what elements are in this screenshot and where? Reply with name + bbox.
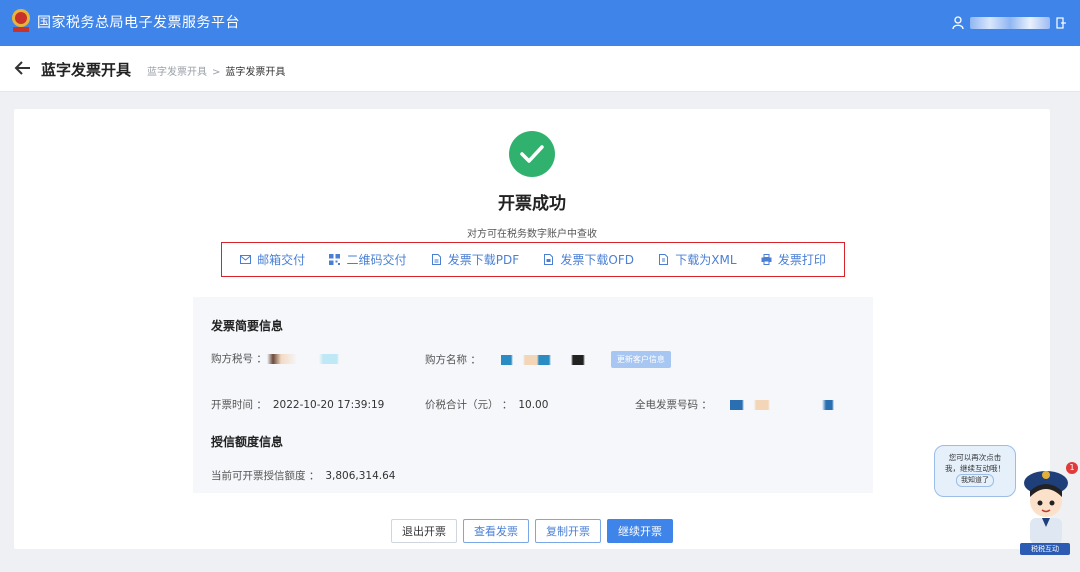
success-check-icon <box>509 131 555 177</box>
credit-available-label: 当前可开票授信额度 ： <box>211 470 320 482</box>
assistant-label: 税税互动 <box>1020 543 1070 555</box>
footer-buttons: 退出开票 查看发票 复制开票 继续开票 <box>14 519 1050 543</box>
action-label: 邮箱交付 <box>257 253 306 267</box>
masked-buyer-name <box>500 354 601 365</box>
action-label: 下载为XML <box>675 253 737 267</box>
total-amount-field: 价税合计（元） ： 10.00 <box>425 397 548 412</box>
download-xml-button[interactable]: 下载为XML <box>658 251 737 268</box>
print-invoice-button[interactable]: 发票打印 <box>761 251 826 268</box>
masked-username <box>970 17 1050 29</box>
issue-time-value: 2022-10-20 17:39:19 <box>272 398 385 411</box>
page-title: 蓝字发票开具 <box>41 61 132 79</box>
delivery-actions: 邮箱交付 二维码交付 发票下载PDF 发票下载OFD 下载为XML 发票打印 <box>221 242 845 277</box>
result-title: 开票成功 <box>498 194 566 214</box>
issue-time-field: 开票时间 ： 2022-10-20 17:39:19 <box>211 397 384 412</box>
pdf-file-icon <box>431 254 441 265</box>
breadcrumb-current: 蓝字发票开具 <box>225 67 286 78</box>
action-label: 发票下载PDF <box>447 253 520 267</box>
view-invoice-button[interactable]: 查看发票 <box>463 519 529 543</box>
assistant-tip-line1: 您可以再次点击 <box>948 453 1002 462</box>
xml-file-icon <box>659 254 669 265</box>
buyer-tax-id-field: 购方税号 ： <box>211 351 339 366</box>
logout-icon[interactable] <box>1056 17 1066 29</box>
invoice-number-field: 全电发票号码 ： <box>635 397 840 412</box>
issue-time-label: 开票时间 ： <box>211 399 267 411</box>
continue-invoicing-button[interactable]: 继续开票 <box>607 519 673 543</box>
printer-icon <box>761 254 772 265</box>
back-arrow-icon[interactable] <box>14 60 32 76</box>
masked-invoice-number <box>729 399 840 410</box>
exit-invoicing-button[interactable]: 退出开票 <box>391 519 457 543</box>
result-subtitle: 对方可在税务数字账户中查收 <box>467 229 597 240</box>
buyer-name-label: 购方名称 ： <box>425 354 481 366</box>
total-amount-label: 价税合计（元） ： <box>425 399 513 411</box>
breadcrumb: 蓝字发票开具 > 蓝字发票开具 <box>147 63 285 78</box>
buyer-name-field: 购方名称 ： 更新客户信息 <box>425 351 671 368</box>
copy-invoice-button[interactable]: 复制开票 <box>535 519 601 543</box>
mail-icon <box>240 255 252 264</box>
masked-tax-id <box>266 353 339 364</box>
invoice-number-label: 全电发票号码 ： <box>635 399 712 411</box>
ofd-file-icon <box>544 254 554 265</box>
assistant-tip-line2: 我，继续互动哦！ <box>945 464 1005 473</box>
result-card: 开票成功 对方可在税务数字账户中查收 邮箱交付 二维码交付 发票下载PDF 发票… <box>14 109 1050 549</box>
action-label: 发票下载OFD <box>560 253 634 267</box>
invoice-info-panel: 发票简要信息 购方税号 ： 购方名称 ： 更新客户信息 开票时间 ： 2022-… <box>193 297 873 493</box>
action-label: 二维码交付 <box>346 253 407 267</box>
assistant-ok-button[interactable]: 我知道了 <box>956 474 994 487</box>
update-customer-button[interactable]: 更新客户信息 <box>610 351 671 368</box>
qrcode-delivery-button[interactable]: 二维码交付 <box>329 251 406 268</box>
top-header: 国家税务总局电子发票服务平台 <box>0 0 1080 46</box>
buyer-tax-id-label: 购方税号 ： <box>211 353 267 365</box>
credit-info-title: 授信额度信息 <box>211 435 284 449</box>
breadcrumb-item[interactable]: 蓝字发票开具 <box>147 67 207 78</box>
credit-available-field: 当前可开票授信额度 ： 3,806,314.64 <box>211 468 395 483</box>
download-pdf-button[interactable]: 发票下载PDF <box>431 251 519 268</box>
breadcrumb-separator: > <box>212 67 221 78</box>
app-title: 国家税务总局电子发票服务平台 <box>37 15 240 31</box>
total-amount-value: 10.00 <box>518 398 549 411</box>
page-scrollbar[interactable] <box>1072 92 1080 572</box>
invoice-summary-title: 发票简要信息 <box>211 319 284 333</box>
user-icon <box>952 16 964 30</box>
email-delivery-button[interactable]: 邮箱交付 <box>240 251 305 268</box>
tax-emblem-logo <box>12 9 30 32</box>
user-menu[interactable] <box>952 14 1066 32</box>
qrcode-icon <box>329 254 341 265</box>
credit-available-value: 3,806,314.64 <box>325 469 396 482</box>
page-header: 蓝字发票开具 蓝字发票开具 > 蓝字发票开具 <box>0 46 1080 92</box>
assistant-tip-bubble: 您可以再次点击 我，继续互动哦！ 我知道了 <box>934 445 1016 497</box>
download-ofd-button[interactable]: 发票下载OFD <box>543 251 634 268</box>
action-label: 发票打印 <box>777 253 826 267</box>
